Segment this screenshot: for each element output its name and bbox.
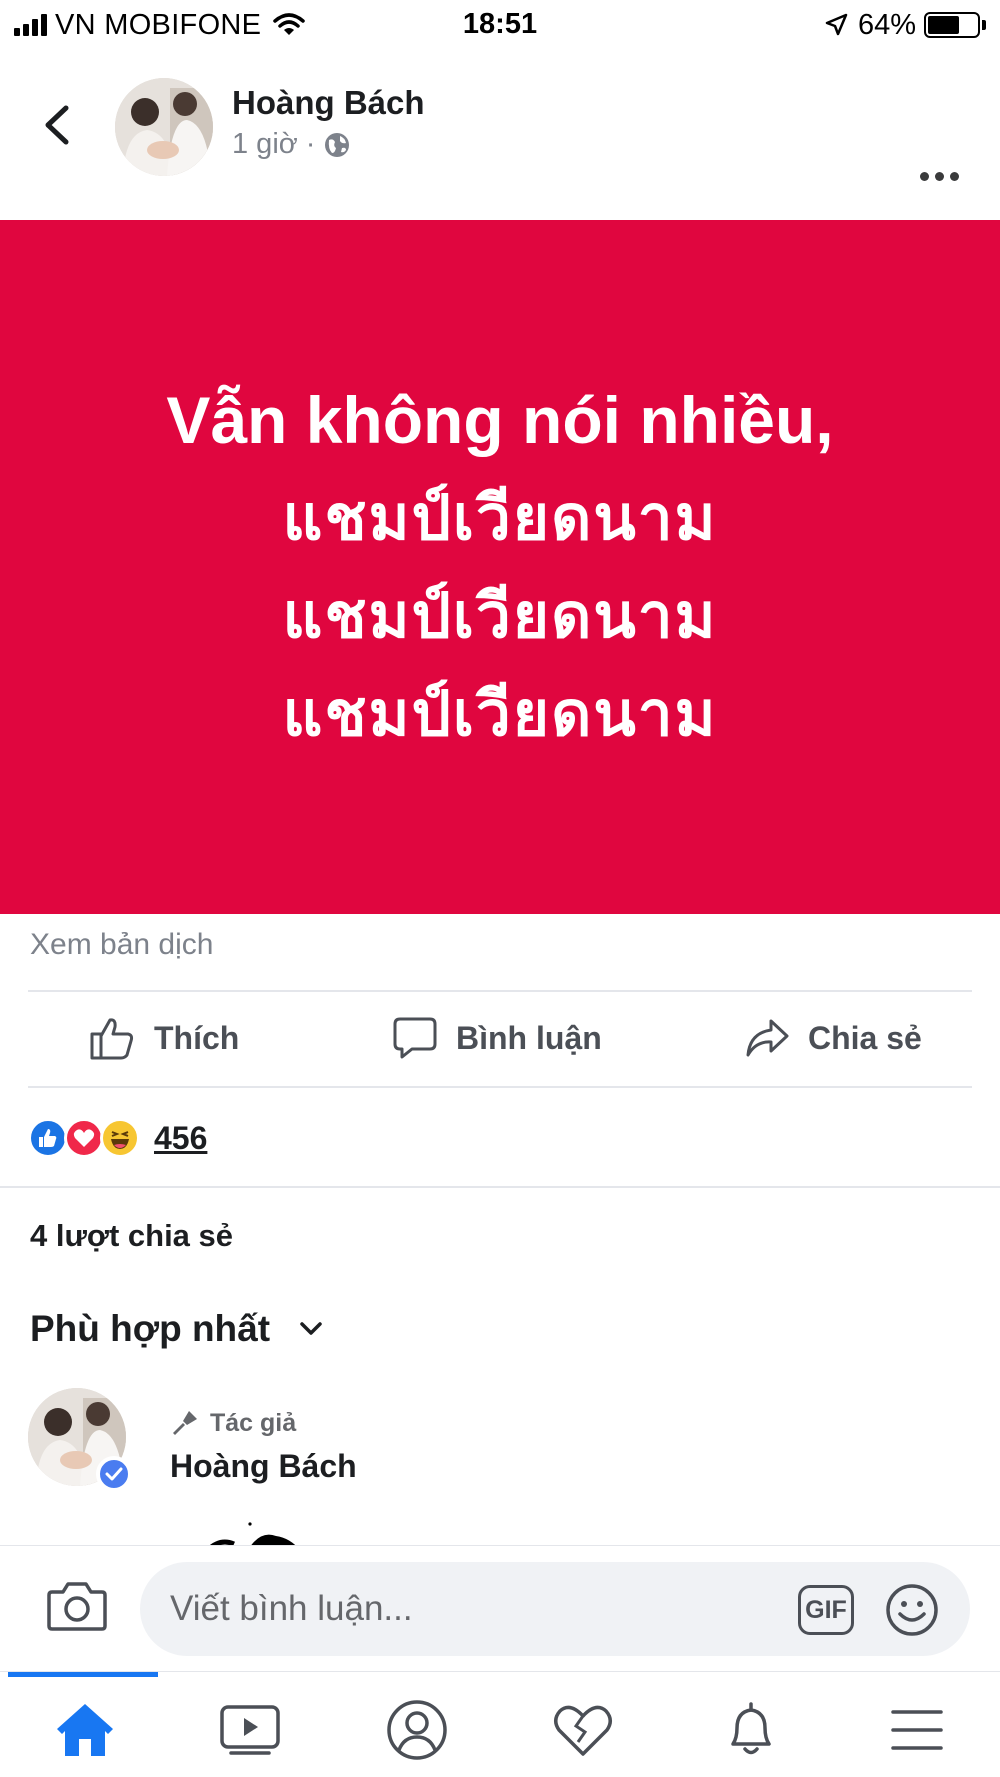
video-icon bbox=[220, 1705, 280, 1755]
post-actions: Thích Bình luận Chia sẻ bbox=[0, 990, 1000, 1086]
home-icon bbox=[57, 1704, 113, 1756]
commenter-avatar[interactable] bbox=[28, 1388, 132, 1492]
reactions-summary[interactable]: 456 bbox=[28, 1118, 207, 1158]
dot-icon bbox=[935, 172, 944, 181]
post-text-line: แชมป์เวียดนาม bbox=[282, 582, 718, 651]
microphone-icon bbox=[173, 1411, 197, 1435]
back-button[interactable] bbox=[38, 100, 78, 150]
battery-icon bbox=[924, 12, 980, 38]
share-icon bbox=[746, 1019, 789, 1057]
see-translation-link[interactable]: Xem bản dịch bbox=[30, 928, 213, 962]
battery-percent: 64% bbox=[857, 8, 916, 41]
author-badge-label: Tác giả bbox=[210, 1408, 297, 1437]
camera-icon bbox=[47, 1582, 107, 1631]
comment-button[interactable]: Bình luận bbox=[392, 990, 602, 1086]
more-options-button[interactable] bbox=[920, 172, 959, 181]
comment-composer: GIF bbox=[0, 1545, 1000, 1671]
dot-icon bbox=[920, 172, 929, 181]
location-icon bbox=[825, 13, 848, 36]
tab-profile[interactable] bbox=[382, 1698, 452, 1762]
post-image[interactable]: Vẫn không nói nhiều, แชมป์เวียดนาม แชมป์… bbox=[0, 220, 1000, 914]
commenter-name[interactable]: Hoàng Bách bbox=[170, 1448, 357, 1485]
post-time: 1 giờ bbox=[232, 128, 298, 160]
thumbs-up-icon bbox=[90, 1018, 134, 1060]
like-label: Thích bbox=[154, 1019, 240, 1056]
battery-cap bbox=[982, 20, 986, 30]
profile-icon bbox=[387, 1700, 447, 1760]
love-icon bbox=[64, 1118, 104, 1158]
reaction-count[interactable]: 456 bbox=[154, 1120, 207, 1157]
meta-separator: · bbox=[305, 128, 316, 160]
post-header: Hoàng Bách 1 giờ · bbox=[0, 60, 1000, 215]
verified-badge-icon bbox=[96, 1456, 132, 1492]
status-right: 64% bbox=[824, 8, 986, 42]
divider bbox=[0, 1186, 1000, 1188]
shares-count[interactable]: 4 lượt chia sẻ bbox=[30, 1218, 233, 1254]
post-text-line: แชมป์เวียดนาม bbox=[282, 484, 718, 553]
emoji-button[interactable] bbox=[884, 1582, 940, 1643]
author-name[interactable]: Hoàng Bách bbox=[232, 84, 425, 122]
author-badge: Tác giả bbox=[170, 1408, 296, 1438]
avatar-photo bbox=[115, 78, 213, 176]
battery-fill bbox=[928, 16, 959, 34]
tab-dating[interactable] bbox=[548, 1698, 618, 1762]
tab-notifications[interactable] bbox=[716, 1698, 786, 1762]
camera-button[interactable] bbox=[46, 1580, 108, 1637]
comment-sort-dropdown[interactable]: Phù hợp nhất bbox=[30, 1308, 324, 1350]
chevron-left-icon bbox=[45, 105, 69, 145]
globe-icon[interactable] bbox=[323, 131, 351, 159]
bottom-tab-bar bbox=[0, 1671, 1000, 1777]
bell-icon bbox=[731, 1702, 771, 1755]
dot-icon bbox=[950, 172, 959, 181]
chevron-down-icon bbox=[300, 1322, 322, 1335]
smiley-icon bbox=[886, 1584, 938, 1636]
dating-icon bbox=[554, 1705, 612, 1756]
post-text-line: Vẫn không nói nhiều, bbox=[166, 383, 834, 457]
tab-menu[interactable] bbox=[882, 1698, 952, 1762]
post-meta: 1 giờ · bbox=[232, 128, 351, 161]
post-text-line: แชมป์เวียดนาม bbox=[282, 680, 718, 749]
tab-home[interactable] bbox=[50, 1698, 120, 1762]
share-label: Chia sẻ bbox=[808, 1019, 922, 1056]
divider bbox=[28, 1086, 972, 1088]
active-tab-indicator bbox=[8, 1672, 158, 1677]
author-avatar[interactable] bbox=[115, 78, 213, 176]
like-icon bbox=[28, 1118, 68, 1158]
share-button[interactable]: Chia sẻ bbox=[744, 990, 922, 1086]
comment-icon bbox=[393, 1017, 437, 1059]
tab-watch[interactable] bbox=[215, 1698, 285, 1762]
comment-input[interactable] bbox=[170, 1562, 770, 1656]
status-bar: VN MOBIFONE 18:51 64% bbox=[0, 0, 1000, 50]
like-button[interactable]: Thích bbox=[88, 990, 239, 1086]
comment-input-box[interactable]: GIF bbox=[140, 1562, 970, 1656]
gif-button[interactable]: GIF bbox=[798, 1585, 854, 1635]
menu-icon bbox=[891, 1710, 943, 1750]
sort-label: Phù hợp nhất bbox=[30, 1308, 271, 1349]
comment-label: Bình luận bbox=[456, 1019, 602, 1056]
haha-icon bbox=[100, 1118, 140, 1158]
